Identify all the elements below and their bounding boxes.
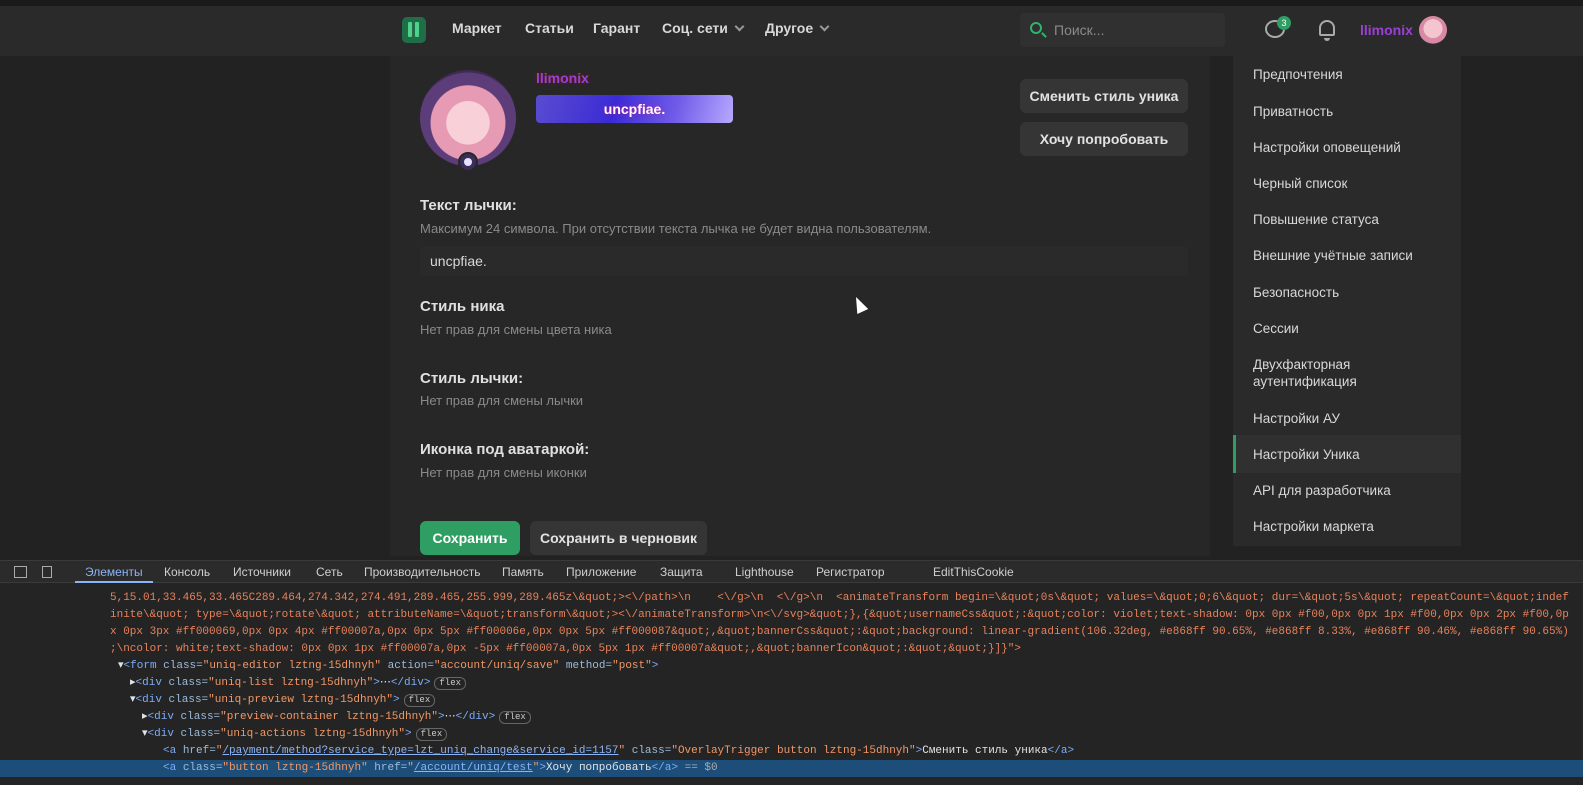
- user-banner: uncpfiae.: [536, 95, 733, 123]
- avatar-icon-hint: Нет прав для смены иконки: [420, 465, 587, 480]
- active-tab-underline: [75, 581, 153, 583]
- profile-username: llimonix: [536, 70, 589, 86]
- sidebar-item-uniq[interactable]: Настройки Уника: [1253, 446, 1453, 463]
- dom-node-a-try[interactable]: <a class="button lztng-15dhnyh" href="/a…: [163, 760, 1583, 777]
- dom-node-a-change[interactable]: <a href="/payment/method?service_type=lz…: [163, 743, 1583, 760]
- attr-value: post: [618, 660, 646, 672]
- search-icon: [1030, 22, 1042, 34]
- nav-other-label: Другое: [765, 20, 814, 36]
- attr-value: button lztng-15dhnyh: [229, 762, 362, 774]
- node-text: Хочу попробовать: [545, 762, 652, 774]
- chevron-down-icon: [819, 21, 830, 32]
- nick-style-hint: Нет прав для смены цвета ника: [420, 322, 612, 337]
- tab-console[interactable]: Консоль: [164, 565, 210, 579]
- tag-name: form: [130, 660, 157, 672]
- selected-marker: == $0: [684, 762, 718, 774]
- badge-style-hint: Нет прав для смены лычки: [420, 393, 584, 408]
- try-button[interactable]: Хочу попробовать: [1020, 122, 1188, 156]
- dom-node-form[interactable]: ▾<form class="uniq-editor lztng-15dhnyh"…: [118, 658, 1583, 675]
- node-text: Сменить стиль уника: [922, 745, 1048, 757]
- badge-text-hint: Максимум 24 символа. При отсутствии текс…: [420, 221, 932, 236]
- tab-editthiscookie[interactable]: EditThisCookie: [933, 565, 1014, 579]
- sidebar-item-blacklist[interactable]: Черный список: [1253, 175, 1453, 192]
- nav-social-label: Соц. сети: [662, 20, 728, 36]
- nav-other[interactable]: Другое: [765, 20, 830, 36]
- avatar-icon-label: Иконка под аватаркой:: [420, 441, 590, 458]
- attr-value: uniq-list lztng-15dhnyh: [214, 677, 367, 689]
- avatar-badge-icon: [458, 152, 478, 172]
- inspect-icon[interactable]: [14, 566, 27, 578]
- nav-social[interactable]: Соц. сети: [662, 20, 745, 36]
- flex-badge[interactable]: flex: [434, 677, 467, 690]
- site-logo-icon[interactable]: [402, 17, 426, 43]
- search-input[interactable]: [1054, 20, 1214, 40]
- tab-lighthouse[interactable]: Lighthouse: [735, 565, 794, 579]
- code-line-2: inite\&quot; type=\&quot;rotate\&quot; a…: [110, 609, 1569, 621]
- chat-count-badge: 3: [1277, 16, 1291, 30]
- tab-security[interactable]: Защита: [660, 565, 703, 579]
- tab-performance[interactable]: Производительность: [364, 565, 480, 579]
- tab-application[interactable]: Приложение: [566, 565, 636, 579]
- tab-recorder[interactable]: Регистратор: [816, 565, 885, 579]
- sidebar-item-sessions[interactable]: Сессии: [1253, 320, 1453, 337]
- dom-node-uniq-preview[interactable]: ▾<div class="uniq-preview lztng-15dhnyh"…: [130, 692, 1583, 709]
- attr-link[interactable]: /account/uniq/test: [414, 762, 533, 774]
- save-button[interactable]: Сохранить: [420, 521, 520, 555]
- tab-elements[interactable]: Элементы: [85, 565, 143, 579]
- tab-network[interactable]: Сеть: [316, 565, 343, 579]
- sidebar-item-market[interactable]: Настройки маркета: [1253, 518, 1453, 535]
- attr-value: account/uniq/save: [440, 660, 553, 672]
- attr-value: uniq-preview lztng-15dhnyh: [214, 694, 387, 706]
- nick-style-label: Стиль ника: [420, 298, 505, 315]
- sidebar-item-upgrade[interactable]: Повышение статуса: [1253, 211, 1453, 228]
- change-style-button[interactable]: Сменить стиль уника: [1020, 79, 1188, 113]
- attr-value: preview-container lztng-15dhnyh: [226, 711, 432, 723]
- dom-node-preview-container[interactable]: ▸<div class="preview-container lztng-15d…: [142, 709, 1583, 726]
- sidebar-item-security[interactable]: Безопасность: [1253, 284, 1453, 301]
- attr-value: OverlayTrigger button lztng-15dhnyh: [677, 745, 909, 757]
- nav-guarantee[interactable]: Гарант: [593, 20, 640, 36]
- chevron-down-icon: [734, 21, 745, 32]
- attr-value: uniq-editor lztng-15dhnyh: [209, 660, 375, 672]
- badge-style-label: Стиль лычки:: [420, 370, 524, 387]
- badge-text-input[interactable]: [420, 246, 1188, 276]
- devtools-tab-bar: Элементы Консоль Источники Сеть Производ…: [0, 561, 1583, 583]
- sidebar-item-external-accounts[interactable]: Внешние учётные записи: [1253, 247, 1453, 264]
- tab-sources[interactable]: Источники: [233, 565, 291, 579]
- sidebar-item-api[interactable]: API для разработчика: [1253, 482, 1453, 499]
- save-draft-button[interactable]: Сохранить в черновик: [530, 521, 707, 555]
- nav-articles[interactable]: Статьи: [525, 20, 574, 36]
- nav-username[interactable]: llimonix: [1360, 22, 1413, 38]
- sidebar-active-indicator: [1233, 435, 1236, 473]
- search-box[interactable]: [1020, 13, 1225, 47]
- dom-node-uniq-actions[interactable]: ▾<div class="uniq-actions lztng-15dhnyh"…: [142, 726, 1583, 743]
- code-line-3: x 0px 3px #ff000069,0px 0px 4px #ff00007…: [110, 626, 1569, 638]
- badge-text-label: Текст лычки:: [420, 197, 517, 214]
- nav-avatar[interactable]: [1419, 16, 1447, 44]
- tab-memory[interactable]: Память: [502, 565, 544, 579]
- nav-market[interactable]: Маркет: [452, 20, 502, 36]
- flex-badge[interactable]: flex: [415, 728, 448, 741]
- code-line-4: ;\ncolor: white;text-shadow: 0px 0px 1px…: [110, 643, 1021, 655]
- flex-badge[interactable]: flex: [403, 694, 436, 707]
- sidebar-item-notifications[interactable]: Настройки оповещений: [1253, 139, 1453, 156]
- device-toolbar-icon[interactable]: [42, 566, 52, 578]
- attr-link[interactable]: /payment/method?service_type=lzt_uniq_ch…: [222, 745, 618, 757]
- sidebar-item-2fa[interactable]: Двухфакторная аутентификация: [1253, 356, 1393, 390]
- dom-node-uniq-list[interactable]: ▸<div class="uniq-list lztng-15dhnyh">⋯<…: [130, 675, 1583, 692]
- bell-icon[interactable]: [1319, 20, 1335, 41]
- code-line-1: 5,15.01,33.465,33.465C289.464,274.342,27…: [110, 592, 1569, 604]
- sidebar-item-au[interactable]: Настройки АУ: [1253, 410, 1453, 427]
- top-navigation: Маркет Статьи Гарант Соц. сети Другое 3 …: [0, 6, 1583, 56]
- sidebar-item-privacy[interactable]: Приватность: [1253, 103, 1453, 120]
- flex-badge[interactable]: flex: [499, 711, 531, 724]
- sidebar-item-preferences[interactable]: Предпочтения: [1253, 66, 1453, 83]
- attr-value: uniq-actions lztng-15dhnyh: [226, 728, 399, 740]
